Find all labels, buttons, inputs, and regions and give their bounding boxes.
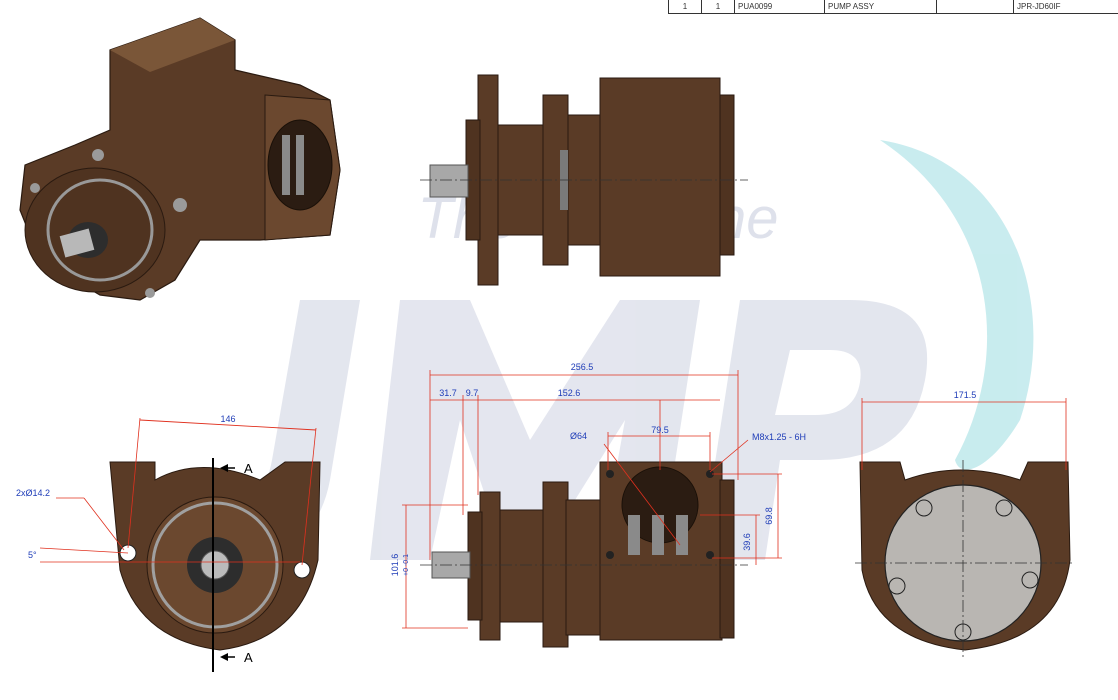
side-bottom-clamp-ring bbox=[542, 481, 569, 648]
side-dim-152-6: 152.6 bbox=[558, 388, 581, 398]
technical-drawing: The Only One bbox=[16, 17, 1075, 672]
side-dim-69-8: 69.8 bbox=[764, 507, 774, 525]
side-dim-9-7: 9.7 bbox=[466, 388, 479, 398]
front-dim-holes: 2xØ14.2 bbox=[16, 488, 50, 498]
side-dim-256: 256.5 bbox=[571, 362, 594, 372]
front-section-label-bottom: A bbox=[244, 650, 253, 665]
iso-impeller-vane bbox=[282, 135, 290, 195]
side-dim-pilot-tol: +0 -0.1 bbox=[403, 554, 410, 576]
front-section-label-top: A bbox=[244, 461, 253, 476]
rear-cover-bolt bbox=[888, 577, 906, 595]
rear-cover-bolt bbox=[995, 499, 1013, 517]
iso-bolt bbox=[92, 149, 104, 161]
side-bottom-bolt-hole bbox=[606, 551, 614, 559]
iso-bolt bbox=[145, 288, 155, 298]
side-top-shaft bbox=[429, 164, 469, 198]
side-bottom-vane bbox=[676, 515, 688, 555]
side-dim-31-7: 31.7 bbox=[439, 388, 457, 398]
front-shaft bbox=[200, 550, 230, 580]
rear-cover-bolt bbox=[915, 499, 933, 517]
side-bottom-bolt-hole bbox=[606, 470, 614, 478]
isometric-view bbox=[19, 17, 341, 301]
iso-bolt bbox=[173, 198, 187, 212]
side-dim-79-5: 79.5 bbox=[651, 425, 669, 435]
rear-dim-171-5: 171.5 bbox=[954, 390, 977, 400]
front-section-arrowhead bbox=[220, 653, 228, 661]
side-bottom-bearing-housing bbox=[499, 509, 546, 623]
side-bottom-cover bbox=[719, 479, 735, 639]
side-top-pump-body bbox=[599, 77, 721, 277]
front-dim-angle: 5° bbox=[28, 550, 37, 560]
front-dim-angle-line bbox=[39, 547, 129, 554]
rear-cover-bolt bbox=[1021, 571, 1039, 589]
side-view-top bbox=[420, 74, 748, 286]
iso-bolt bbox=[30, 183, 40, 193]
side-dim-39-6: 39.6 bbox=[742, 533, 752, 551]
side-bottom-vane bbox=[628, 515, 640, 555]
side-dim-pilot: 101.6 bbox=[390, 554, 400, 577]
side-dim-thread: M8x1.25 - 6H bbox=[752, 432, 806, 442]
side-bottom-mount-flange bbox=[479, 491, 501, 641]
iso-impeller-vane bbox=[296, 135, 304, 195]
front-dim-146: 146 bbox=[220, 414, 235, 424]
side-dim-port-dia: Ø64 bbox=[570, 431, 587, 441]
side-top-cover bbox=[719, 94, 735, 256]
